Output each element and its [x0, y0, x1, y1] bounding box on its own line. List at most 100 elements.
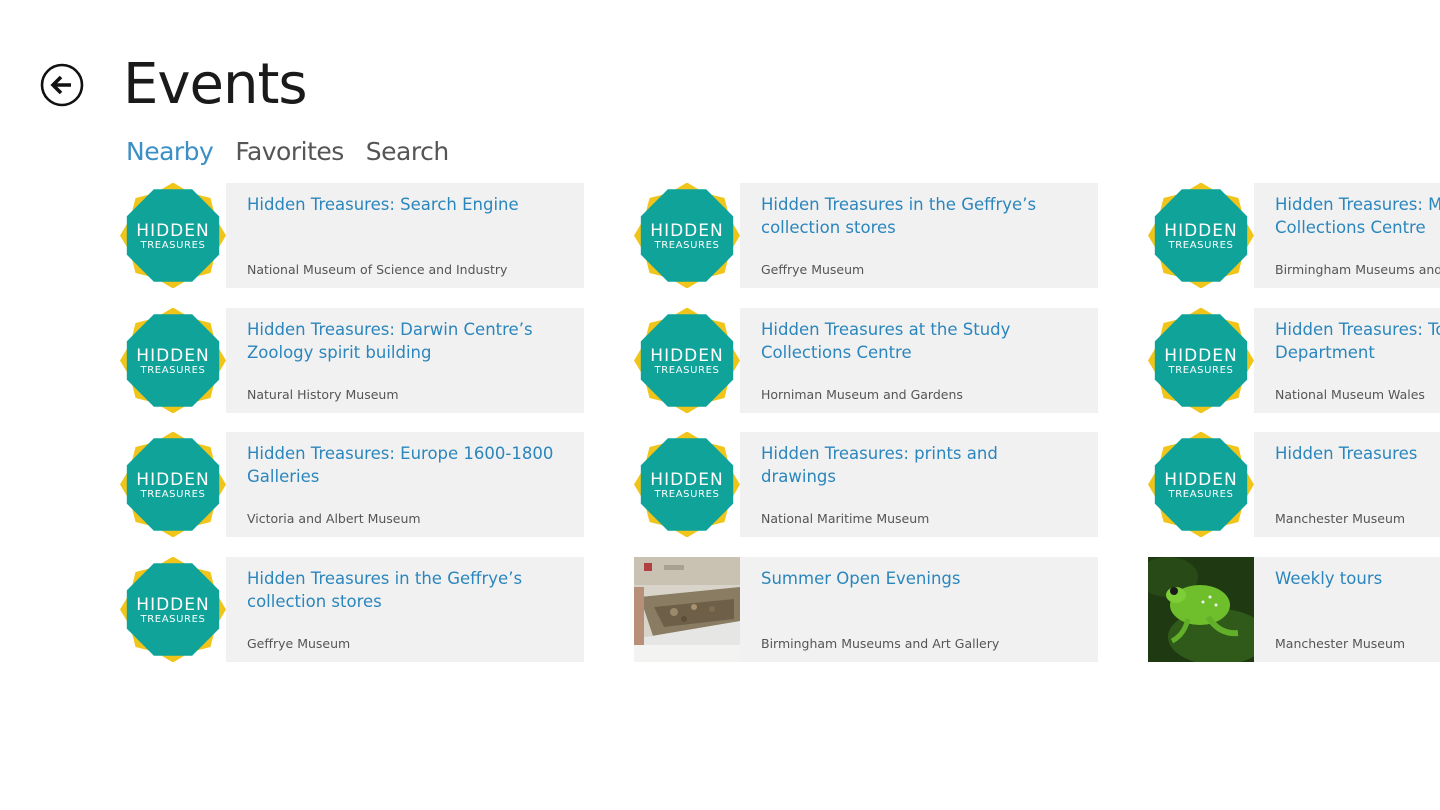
event-tile[interactable]: HIDDEN TREASURES Hidden Treasures: prints… — [634, 432, 1098, 537]
event-thumbnail: HIDDEN TREASURES — [634, 432, 740, 537]
event-title: Weekly tours — [1275, 568, 1383, 588]
event-venue: National Maritime Museum — [761, 511, 930, 526]
event-venue: Victoria and Albert Museum — [247, 511, 421, 526]
logo-line2-text: TREASURES — [1168, 489, 1234, 500]
green-frog-photo — [1148, 556, 1254, 662]
logo-line2-text: TREASURES — [140, 365, 206, 376]
event-thumbnail: HIDDEN TREASURES — [1148, 432, 1254, 537]
logo-line1-text: HIDDEN — [650, 221, 723, 241]
event-tile[interactable]: HIDDENTREASURES Hidden Treasures: Tour o… — [1148, 307, 1440, 413]
hidden-treasures-logo: HIDDENTREASURES — [1148, 307, 1254, 413]
logo-line1-text: HIDDEN — [136, 346, 209, 366]
hidden-treasures-logo: HIDDENTREASURES — [634, 183, 740, 288]
logo-line1-text: HIDDEN — [136, 470, 209, 490]
event-thumbnail — [634, 556, 740, 662]
event-tile[interactable]: HIDDEN TREASURES Hidden Treasures: Search… — [120, 183, 584, 288]
event-title: Hidden Treasures in the Geffrye’s collec… — [761, 195, 1037, 237]
event-thumbnail: HIDDEN TREASURES — [634, 307, 740, 413]
event-thumbnail: HIDDEN TREASURES — [120, 432, 226, 537]
event-title: Hidden Treasures: Tour of the Department — [1275, 319, 1440, 362]
logo-line1-text: HIDDEN — [136, 595, 209, 615]
event-title: Hidden Treasures: Darwin Centre’s Zoolog… — [247, 319, 533, 362]
event-venue: Birmingham Museums and Art Gallery — [1275, 262, 1440, 277]
hidden-treasures-logo: HIDDENTREASURES — [634, 307, 740, 413]
tab-search[interactable]: Search — [366, 135, 449, 169]
hidden-treasures-logo: HIDDENTREASURES — [120, 307, 226, 413]
event-info: Hidden Treasures: Tour of the Department… — [1254, 307, 1440, 413]
event-tile[interactable]: Weekly tours Manchester Museum — [1148, 556, 1440, 662]
event-info: Weekly tours Manchester Museum — [1254, 556, 1440, 662]
back-arrow-circle-icon — [40, 63, 84, 107]
event-title: Hidden Treasures — [1275, 444, 1418, 463]
hidden-treasures-logo: HIDDENTREASURES — [120, 183, 226, 288]
tab-nearby[interactable]: Nearby — [126, 135, 214, 169]
event-tile[interactable]: HIDDEN TREASURES Hidden Treasures in the … — [634, 183, 1098, 288]
logo-line1-text: HIDDEN — [1164, 221, 1237, 241]
event-tile[interactable]: HIDDEN TREASURES Hidden Treasures at the … — [634, 307, 1098, 413]
event-thumbnail: HIDDEN TREASURES — [120, 183, 226, 288]
event-title: Hidden Treasures: Europe 1600-1800 Galle… — [247, 444, 554, 486]
logo-line2-text: TREASURES — [654, 240, 720, 251]
events-page: Events Nearby Favorites Search HIDDEN TRE… — [0, 0, 1440, 810]
pivot-tabs: Nearby Favorites Search — [126, 135, 449, 169]
logo-line1-text: HIDDEN — [1164, 470, 1237, 490]
museum-display-photo — [634, 556, 740, 662]
event-thumbnail: HIDDEN TREASURES — [120, 556, 226, 662]
hidden-treasures-logo: HIDDENTREASURES — [1148, 183, 1254, 288]
events-grid: HIDDEN TREASURES Hidden Treasures: Search… — [120, 183, 1440, 663]
event-venue: Geffrye Museum — [761, 262, 865, 277]
event-info: Hidden Treasures: Search Engine National… — [226, 183, 584, 288]
back-button[interactable] — [40, 63, 84, 107]
event-venue: National Museum of Science and Industry — [247, 262, 508, 277]
logo-line2-text: TREASURES — [1168, 365, 1234, 376]
event-venue: National Museum Wales — [1275, 386, 1425, 402]
event-thumbnail: HIDDEN TREASURES — [1148, 307, 1254, 413]
logo-line2-text: TREASURES — [654, 489, 720, 500]
event-tile[interactable]: HIDDEN TREASURES Hidden Treasures: Darwin… — [120, 307, 584, 413]
event-title: Hidden Treasures: Museum Collections Cen… — [1275, 195, 1440, 237]
hidden-treasures-logo: HIDDENTREASURES — [120, 432, 226, 537]
event-thumbnail — [1148, 556, 1254, 662]
event-tile[interactable]: HIDDEN TREASURES Hidden Treasures Manches… — [1148, 432, 1440, 537]
logo-line1-text: HIDDEN — [650, 470, 723, 490]
event-tile[interactable]: HIDDEN TREASURES Hidden Treasures in the … — [120, 556, 584, 662]
event-tile[interactable]: Summer Open Evenings Birmingham Museums … — [634, 556, 1098, 662]
page-title: Events — [123, 52, 308, 117]
logo-line1-text: HIDDEN — [650, 346, 723, 366]
event-info: Hidden Treasures: prints and drawings Na… — [740, 432, 1098, 537]
logo-line2-text: TREASURES — [1168, 240, 1234, 251]
event-info: Summer Open Evenings Birmingham Museums … — [740, 556, 1098, 662]
event-info: Hidden Treasures: Europe 1600-1800 Galle… — [226, 432, 584, 537]
event-venue: Manchester Museum — [1275, 635, 1406, 651]
event-title: Hidden Treasures: prints and drawings — [761, 444, 998, 486]
event-venue: Geffrye Museum — [247, 635, 351, 651]
event-tile[interactable]: HIDDENTREASURES Hidden Treasures: Museum… — [1148, 183, 1440, 288]
event-thumbnail: HIDDEN TREASURES — [1148, 183, 1254, 288]
event-info: Hidden Treasures in the Geffrye’s collec… — [226, 556, 584, 662]
event-info: Hidden Treasures in the Geffrye’s collec… — [740, 183, 1098, 288]
event-tile[interactable]: HIDDEN TREASURES Hidden Treasures: Europe… — [120, 432, 584, 537]
logo-line2-text: TREASURES — [140, 489, 206, 500]
event-info: Hidden Treasures: Museum Collections Cen… — [1254, 183, 1440, 288]
event-thumbnail: HIDDEN TREASURES — [634, 183, 740, 288]
event-info: Hidden Treasures at the Study Collection… — [740, 307, 1098, 413]
event-venue: Horniman Museum and Gardens — [761, 386, 963, 402]
logo-line2-text: TREASURES — [654, 365, 720, 376]
logo-line1-text: HIDDEN — [1164, 346, 1237, 366]
event-title: Summer Open Evenings — [761, 568, 961, 588]
event-title: Hidden Treasures at the Study Collection… — [761, 319, 1011, 362]
event-venue: Manchester Museum — [1275, 511, 1406, 526]
event-info: Hidden Treasures Manchester Museum — [1254, 432, 1440, 537]
hidden-treasures-logo: HIDDENTREASURES — [634, 432, 740, 537]
hidden-treasures-logo: HIDDENTREASURES — [120, 556, 226, 662]
event-title: Hidden Treasures: Search Engine — [247, 195, 519, 214]
logo-line1-text: HIDDEN — [136, 221, 209, 241]
tab-favorites[interactable]: Favorites — [235, 135, 344, 169]
hidden-treasures-logo: HIDDENTREASURES — [1148, 432, 1254, 537]
event-thumbnail: HIDDEN TREASURES — [120, 307, 226, 413]
logo-line2-text: TREASURES — [140, 240, 206, 251]
event-venue: Birmingham Museums and Art Gallery — [761, 635, 1000, 651]
event-info: Hidden Treasures: Darwin Centre’s Zoolog… — [226, 307, 584, 413]
event-title: Hidden Treasures in the Geffrye’s collec… — [247, 568, 523, 611]
logo-line2-text: TREASURES — [140, 614, 206, 625]
